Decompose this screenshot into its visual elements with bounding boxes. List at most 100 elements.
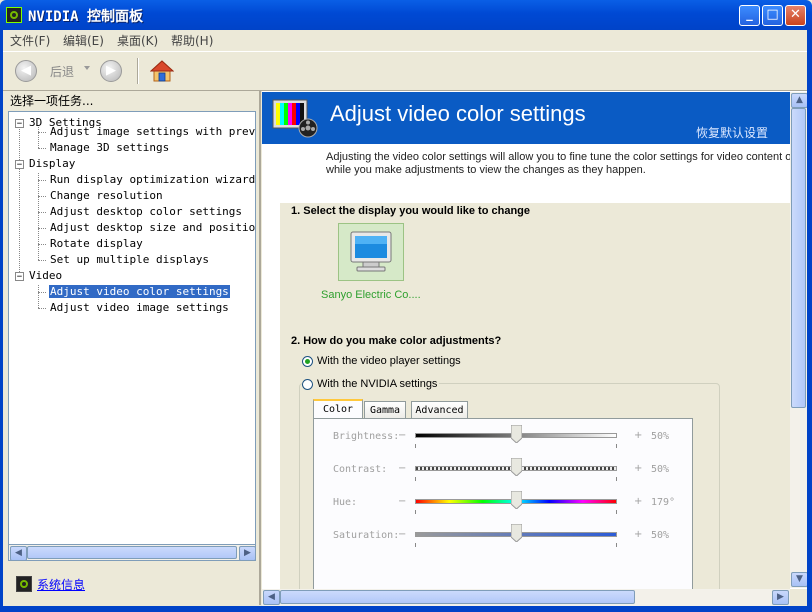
radio-button-checked[interactable]	[302, 355, 313, 367]
toolbar: ◀ 后退 ▶	[0, 51, 812, 91]
tree-connector	[38, 212, 46, 213]
page-banner: Adjust video color settings 恢复默认设置	[262, 92, 790, 144]
tree-item-video-image[interactable]: Adjust video image settings	[49, 301, 230, 314]
tree-item-change-resolution[interactable]: Change resolution	[49, 189, 164, 202]
contrast-value: 50%	[651, 464, 670, 475]
saturation-plus: +	[634, 529, 643, 540]
tree-connector	[38, 285, 39, 308]
tree-connector	[38, 173, 39, 260]
tree-item-adjust-image-settings[interactable]: Adjust image settings with preview	[49, 125, 255, 138]
tree-item-desktop-color[interactable]: Adjust desktop color settings	[49, 205, 243, 218]
content-horizontal-scrollbar[interactable]: ◀ ▶	[262, 589, 790, 606]
tree-item-rotate-display[interactable]: Rotate display	[49, 237, 144, 250]
contrast-label: Contrast:	[333, 464, 388, 475]
contrast-slider-thumb[interactable]	[511, 458, 522, 476]
brightness-plus: +	[634, 430, 643, 441]
content-vertical-scrollbar[interactable]: ▲ ▼	[790, 92, 808, 588]
tree-connector	[38, 308, 46, 309]
monitor-icon	[350, 231, 392, 272]
tree-connector	[38, 292, 46, 293]
forward-arrow-icon[interactable]: ▶	[100, 60, 122, 82]
contrast-ticks	[415, 477, 617, 481]
color-tab-panel: Brightness: − + 50% Contrast: − + 50% Hu	[313, 418, 693, 606]
window-border	[807, 30, 812, 612]
display-tile[interactable]	[338, 223, 404, 281]
tree-connector	[38, 180, 46, 181]
menu-edit[interactable]: 编辑(E)	[63, 32, 104, 49]
tree-item-manage-3d-settings[interactable]: Manage 3D settings	[49, 141, 170, 154]
nvidia-logo-icon	[16, 576, 32, 592]
contrast-plus: +	[634, 463, 643, 474]
brightness-minus: −	[398, 430, 407, 441]
collapse-icon[interactable]: −	[15, 118, 24, 128]
tree-item-run-display-wizard[interactable]: Run display optimization wizard	[49, 173, 255, 186]
tree-item-desktop-size[interactable]: Adjust desktop size and position	[49, 221, 255, 234]
menu-help[interactable]: 帮助(H)	[171, 32, 213, 49]
menu-bar: 文件(F) 编辑(E) 桌面(K) 帮助(H)	[0, 30, 812, 50]
tree-connector	[38, 148, 46, 149]
tree-connector	[38, 132, 46, 133]
display-name[interactable]: Sanyo Electric Co....	[321, 289, 421, 301]
window-border	[0, 606, 812, 612]
collapse-icon[interactable]: −	[15, 271, 24, 281]
back-dropdown-icon[interactable]	[84, 66, 90, 70]
saturation-slider-thumb[interactable]	[511, 524, 522, 542]
saturation-slider-row: Saturation: − + 50%	[314, 524, 692, 554]
hue-plus: +	[634, 496, 643, 507]
saturation-value: 50%	[651, 530, 670, 541]
back-arrow-icon[interactable]: ◀	[15, 60, 37, 82]
window-border	[0, 30, 3, 612]
page-description-line: while you make adjustments to view the c…	[326, 164, 646, 176]
scroll-down-icon[interactable]: ▼	[791, 572, 808, 587]
restore-defaults-link[interactable]: 恢复默认设置	[696, 124, 768, 141]
menu-desktop[interactable]: 桌面(K)	[117, 32, 158, 49]
task-tree: −3D Settings Adjust image settings with …	[8, 111, 256, 553]
tab-color[interactable]: Color	[313, 399, 363, 420]
collapse-icon[interactable]: −	[15, 159, 24, 169]
tree-item-multiple-displays[interactable]: Set up multiple displays	[49, 253, 210, 266]
tree-item-video-color[interactable]: Adjust video color settings	[49, 285, 230, 298]
scroll-up-icon[interactable]: ▲	[791, 93, 808, 108]
system-info-link[interactable]: 系统信息	[37, 576, 85, 593]
tree-category-video[interactable]: − Video	[15, 269, 62, 282]
close-button[interactable]: ✕	[785, 5, 806, 26]
saturation-minus: −	[398, 529, 407, 540]
task-pane: 选择一项任务... −3D Settings Adjust image sett…	[6, 90, 258, 595]
radio-button[interactable]	[302, 378, 313, 390]
scrollbar-corner	[790, 589, 807, 606]
brightness-slider-thumb[interactable]	[511, 425, 522, 443]
scroll-left-icon[interactable]: ◀	[10, 546, 27, 561]
minimize-button[interactable]: _	[739, 5, 760, 26]
brightness-slider-row: Brightness: − + 50%	[314, 425, 692, 455]
section-color-adjustments: 2. How do you make color adjustments?	[291, 335, 502, 347]
saturation-label: Saturation:	[333, 530, 400, 541]
tree-category-display[interactable]: − Display	[15, 157, 75, 170]
menu-file[interactable]: 文件(F)	[10, 32, 50, 49]
scroll-right-icon[interactable]: ▶	[239, 546, 256, 561]
tab-gamma[interactable]: Gamma	[364, 401, 406, 419]
page-title: Adjust video color settings	[330, 101, 586, 126]
back-label[interactable]: 后退	[50, 63, 74, 80]
scroll-right-icon[interactable]: ▶	[772, 590, 789, 605]
hue-slider-thumb[interactable]	[511, 491, 522, 509]
scroll-thumb[interactable]	[791, 108, 806, 408]
radio-nvidia-settings[interactable]: With the NVIDIA settings	[302, 378, 440, 390]
scroll-thumb[interactable]	[280, 590, 635, 604]
toolbar-separator	[137, 58, 139, 84]
brightness-value: 50%	[651, 431, 670, 442]
maximize-button[interactable]: □	[762, 5, 783, 26]
tab-advanced[interactable]: Advanced	[411, 401, 468, 419]
settings-area: 1. Select the display you would like to …	[280, 203, 790, 606]
tree-connector	[19, 124, 20, 276]
hue-minus: −	[398, 496, 407, 507]
radio-video-player-settings[interactable]: With the video player settings	[302, 355, 461, 367]
title-bar[interactable]: NVIDIA 控制面板 _ □ ✕	[0, 0, 812, 30]
contrast-slider-row: Contrast: − + 50%	[314, 458, 692, 488]
scroll-thumb[interactable]	[27, 546, 237, 559]
home-icon[interactable]	[150, 59, 174, 83]
pane-splitter[interactable]	[259, 90, 261, 605]
hue-value: 179°	[651, 497, 676, 508]
task-pane-header: 选择一项任务...	[10, 94, 94, 108]
scroll-left-icon[interactable]: ◀	[263, 590, 280, 605]
tree-horizontal-scrollbar[interactable]: ◀ ▶	[8, 544, 256, 561]
